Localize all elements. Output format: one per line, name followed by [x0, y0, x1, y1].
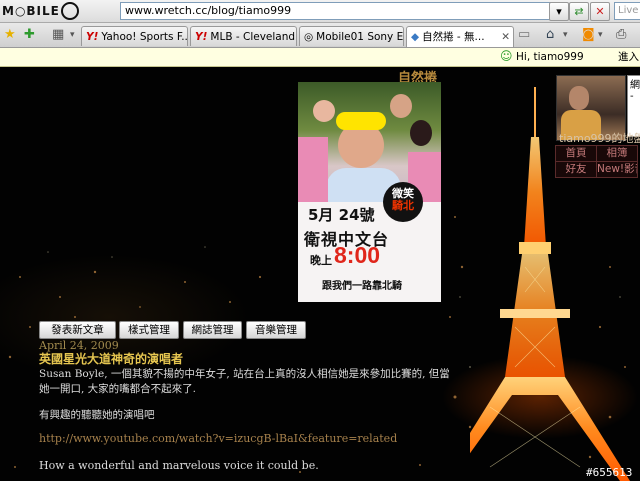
profile-menu-video[interactable]: New!影音	[596, 161, 638, 178]
feeds-icon[interactable]: ◙	[582, 27, 595, 43]
watermark-text: #655613	[586, 466, 633, 479]
home-icon[interactable]: ⌂	[546, 27, 554, 43]
poster-date: 5月 24號	[308, 206, 375, 224]
refresh-icon[interactable]: ⇄	[569, 2, 589, 21]
tab-label: Yahoo! Sports F...	[101, 31, 188, 43]
post-paragraph-line-1: Susan Boyle, 一個其貌不揚的中年女子, 站在台上真的沒人相信她是來參…	[39, 368, 450, 380]
ride-logo-badge: 微笑 騎北	[383, 182, 423, 222]
toolbar-strip: ☺ Hi, tiamo999 進入	[0, 48, 640, 67]
tv-promo-poster: 微笑 騎北 5月 24號 衛視中文台 晚上 8:00 跟我們一路靠北騎	[298, 82, 441, 302]
enter-link[interactable]: 進入	[618, 48, 639, 66]
messenger-icon: ☺	[500, 49, 513, 63]
post-title[interactable]: 英國星光大道神奇的演唱者	[39, 350, 183, 367]
profile-menu-home[interactable]: 首頁	[555, 145, 597, 162]
tab-list-dropdown-icon[interactable]: ▾	[70, 27, 75, 43]
quick-tabs-icon[interactable]: ▦	[52, 27, 64, 43]
tab-label: 自然捲 - 無...	[422, 31, 485, 43]
post-closing: How a wonderful and marvelous voice it c…	[39, 459, 319, 472]
wretch-favicon: ◆	[411, 31, 420, 43]
cyclists-photo	[298, 82, 441, 202]
address-bar[interactable]: www.wretch.cc/blog/tiamo999	[120, 2, 551, 20]
mobile01-logo: M○BILE	[2, 1, 79, 21]
blog-manage-button[interactable]: 網誌管理	[183, 321, 242, 339]
new-post-button[interactable]: 發表新文章	[39, 321, 116, 339]
home-dropdown-icon[interactable]: ▾	[563, 27, 568, 43]
tab-wretch-blog[interactable]: ◆ 自然捲 - 無... ✕	[406, 26, 514, 47]
stop-icon[interactable]: ✕	[590, 2, 610, 21]
profile-menu-album[interactable]: 相簿	[596, 145, 638, 162]
music-manage-button[interactable]: 音樂管理	[246, 321, 306, 339]
profile-menu-friends[interactable]: 好友	[555, 161, 597, 178]
tab-mlb-cleveland[interactable]: Y!MLB - Cleveland ...	[190, 26, 297, 46]
poster-time-prefix: 晚上	[310, 254, 332, 267]
style-manage-button[interactable]: 樣式管理	[119, 321, 179, 339]
poster-slogan: 跟我們一路靠北騎	[322, 281, 402, 292]
feeds-dropdown-icon[interactable]: ▾	[598, 27, 603, 43]
badge-line-2: 騎北	[392, 199, 414, 212]
new-tab-icon[interactable]: ▭	[518, 27, 530, 43]
search-input[interactable]: Live S	[614, 2, 640, 20]
dropdown-arrow-icon[interactable]: ▾	[549, 2, 569, 21]
tab-bar: ★ ✚ ▦ ▾ Y! Yahoo! Sports F... Y! MLB - Cle…	[0, 23, 640, 48]
blog-page: 自然捲 微笑 騎北 5月 24號 衛視中文台 晚上 8:00 跟我們一路靠北騎 …	[0, 67, 640, 481]
navigation-toolbar: M○BILE www.wretch.cc/blog/tiamo999 ▾ ⇄ ✕…	[0, 0, 640, 23]
tab-mobile01[interactable]: ◎ Mobile01 Sony E...	[299, 26, 404, 46]
add-favorite-icon[interactable]: ✚	[24, 27, 35, 43]
tab-yahoo-sports[interactable]: Y! Yahoo! Sports F...	[81, 26, 188, 46]
profile-name[interactable]: tiamo999的地盤	[559, 130, 640, 146]
yahoo-favicon: Y!	[195, 31, 208, 43]
logo-text: M○BILE	[2, 4, 60, 18]
favorites-star-icon[interactable]: ★	[4, 27, 16, 43]
print-icon[interactable]: ⎙	[616, 27, 626, 43]
close-tab-icon[interactable]: ✕	[501, 27, 510, 47]
poster-time: 8:00	[334, 242, 381, 268]
post-paragraph-line-2: 她一開口, 大家的嘴都合不起來了.	[39, 383, 197, 395]
tab-label: Mobile01 Sony E...	[316, 31, 404, 43]
yahoo-favicon: Y!	[86, 31, 99, 43]
tab-label: MLB - Cleveland ...	[210, 31, 296, 43]
youtube-link[interactable]: http://www.youtube.com/watch?v=izucgB-lB…	[39, 432, 397, 445]
mobile01-favicon: ◎	[304, 31, 314, 43]
side-widget-edge: 網-	[627, 75, 640, 137]
post-paragraph-2: 有興趣的聽聽她的演唱吧	[39, 409, 155, 421]
greeting-text: Hi, tiamo999	[516, 51, 584, 63]
